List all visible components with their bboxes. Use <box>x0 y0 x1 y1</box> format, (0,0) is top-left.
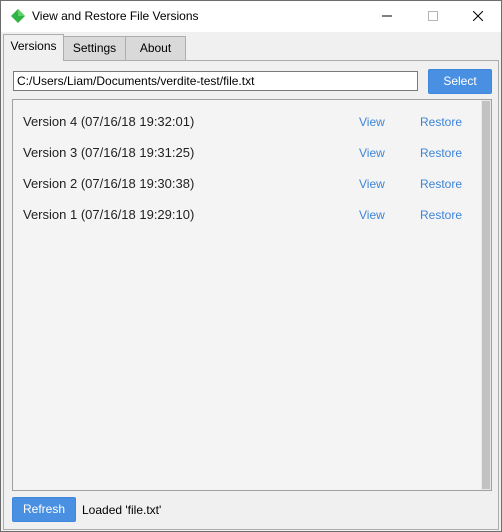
versions-panel: Select Version 4 (07/16/18 19:32:01) Vie… <box>3 60 499 530</box>
title-bar[interactable]: View and Restore File Versions <box>1 1 501 32</box>
versions-list: Version 4 (07/16/18 19:32:01) View Resto… <box>12 99 492 491</box>
view-link[interactable]: View <box>359 115 385 129</box>
version-label: Version 3 (07/16/18 19:31:25) <box>23 145 195 160</box>
app-diamond-icon <box>11 9 25 23</box>
version-row: Version 1 (07/16/18 19:29:10) View Resto… <box>13 199 479 230</box>
status-text: Loaded 'file.txt' <box>82 503 162 517</box>
version-row: Version 2 (07/16/18 19:30:38) View Resto… <box>13 168 479 199</box>
minimize-button[interactable] <box>364 1 410 32</box>
version-row: Version 4 (07/16/18 19:32:01) View Resto… <box>13 106 479 137</box>
restore-link[interactable]: Restore <box>420 208 462 222</box>
app-window: View and Restore File Versions Versions … <box>0 0 502 532</box>
select-button[interactable]: Select <box>428 69 492 94</box>
view-link[interactable]: View <box>359 177 385 191</box>
view-link[interactable]: View <box>359 208 385 222</box>
tab-versions[interactable]: Versions <box>3 34 64 61</box>
version-label: Version 4 (07/16/18 19:32:01) <box>23 114 195 129</box>
minimize-icon <box>382 10 392 24</box>
refresh-button[interactable]: Refresh <box>12 497 76 522</box>
restore-link[interactable]: Restore <box>420 177 462 191</box>
scroll-thumb[interactable] <box>482 101 490 489</box>
close-button[interactable] <box>455 1 501 32</box>
version-row: Version 3 (07/16/18 19:31:25) View Resto… <box>13 137 479 168</box>
restore-link[interactable]: Restore <box>420 115 462 129</box>
window-title: View and Restore File Versions <box>32 9 199 23</box>
tab-strip: Versions Settings About <box>1 34 501 61</box>
tab-about[interactable]: About <box>125 36 186 61</box>
vertical-scrollbar[interactable] <box>481 100 491 490</box>
version-label: Version 1 (07/16/18 19:29:10) <box>23 207 195 222</box>
maximize-icon <box>428 10 438 24</box>
maximize-button[interactable] <box>410 1 456 32</box>
restore-link[interactable]: Restore <box>420 146 462 160</box>
tab-settings[interactable]: Settings <box>63 36 126 61</box>
view-link[interactable]: View <box>359 146 385 160</box>
version-label: Version 2 (07/16/18 19:30:38) <box>23 176 195 191</box>
close-icon <box>472 10 484 24</box>
file-path-input[interactable] <box>13 71 418 91</box>
